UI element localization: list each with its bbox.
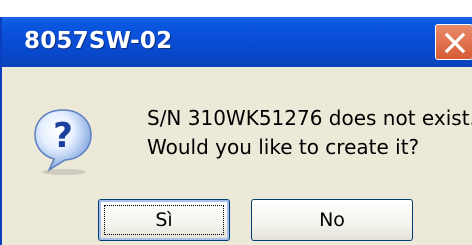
close-button[interactable] [435,24,472,60]
title-bar[interactable]: 8057SW-02 [2,17,472,67]
no-button-label: No [319,209,345,231]
message-dialog: 8057SW-02 ? S/N 310WK51276 does not exis… [0,17,472,245]
background-above-window [0,0,472,17]
yes-button[interactable]: Sì [98,199,230,241]
message-line-2: Would you like to create it? [147,135,420,159]
message-line-1: S/N 310WK51276 does not exist. [147,106,472,130]
dialog-title: 8057SW-02 [24,28,173,54]
svg-text:?: ? [53,116,73,156]
close-icon [444,32,466,54]
cropped-caption-fragment [150,0,320,14]
focus-indicator [104,205,224,235]
question-icon: ? [34,109,92,175]
no-button[interactable]: No [251,199,413,241]
dialog-message: S/N 310WK51276 does not exist. Would you… [147,104,472,162]
